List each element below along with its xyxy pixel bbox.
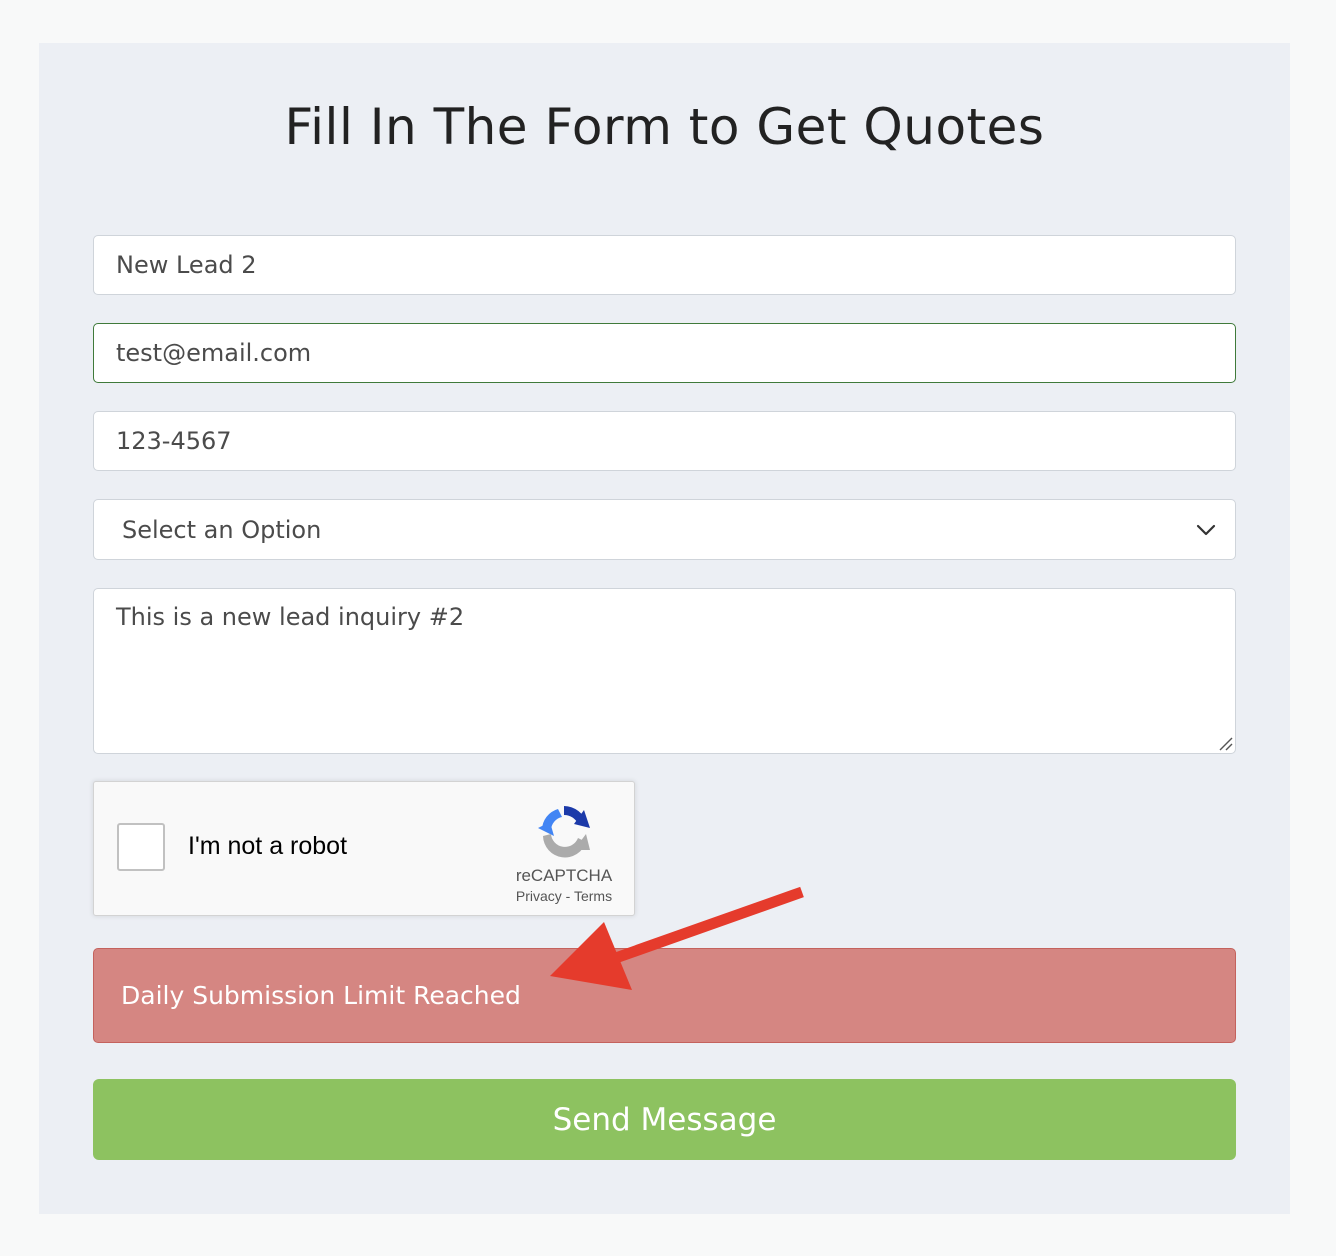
message-textarea[interactable]: This is a new lead inquiry #2 [93,588,1236,754]
recaptcha-widget: I'm not a robot reCAPTCHA Privacy - Term… [93,781,635,916]
page-title: Fill In The Form to Get Quotes [284,98,1045,156]
name-input[interactable]: New Lead 2 [93,235,1236,295]
recaptcha-links: Privacy - Terms [494,888,634,904]
submission-limit-alert: Daily Submission Limit Reached [93,948,1236,1043]
recaptcha-link-separator: - [561,888,574,904]
chevron-down-icon [1196,524,1216,535]
message-textarea-value: This is a new lead inquiry #2 [116,603,465,631]
option-select-value: Select an Option [122,515,322,544]
resize-grip-icon[interactable] [1217,735,1233,751]
alert-message: Daily Submission Limit Reached [121,981,521,1010]
recaptcha-checkbox[interactable] [117,823,165,871]
phone-input-value: 123-4567 [116,427,232,455]
email-input[interactable]: test@email.com [93,323,1236,383]
phone-input[interactable]: 123-4567 [93,411,1236,471]
recaptcha-privacy-link[interactable]: Privacy [516,888,562,904]
option-select[interactable]: Select an Option [93,499,1236,560]
recaptcha-terms-link[interactable]: Terms [574,888,612,904]
recaptcha-label: I'm not a robot [188,832,348,860]
email-input-value: test@email.com [116,339,312,367]
send-message-label: Send Message [552,1101,777,1138]
recaptcha-logo-icon [538,806,590,858]
recaptcha-brand: reCAPTCHA [515,866,613,885]
send-message-button[interactable]: Send Message [93,1079,1236,1160]
name-input-value: New Lead 2 [116,251,257,279]
